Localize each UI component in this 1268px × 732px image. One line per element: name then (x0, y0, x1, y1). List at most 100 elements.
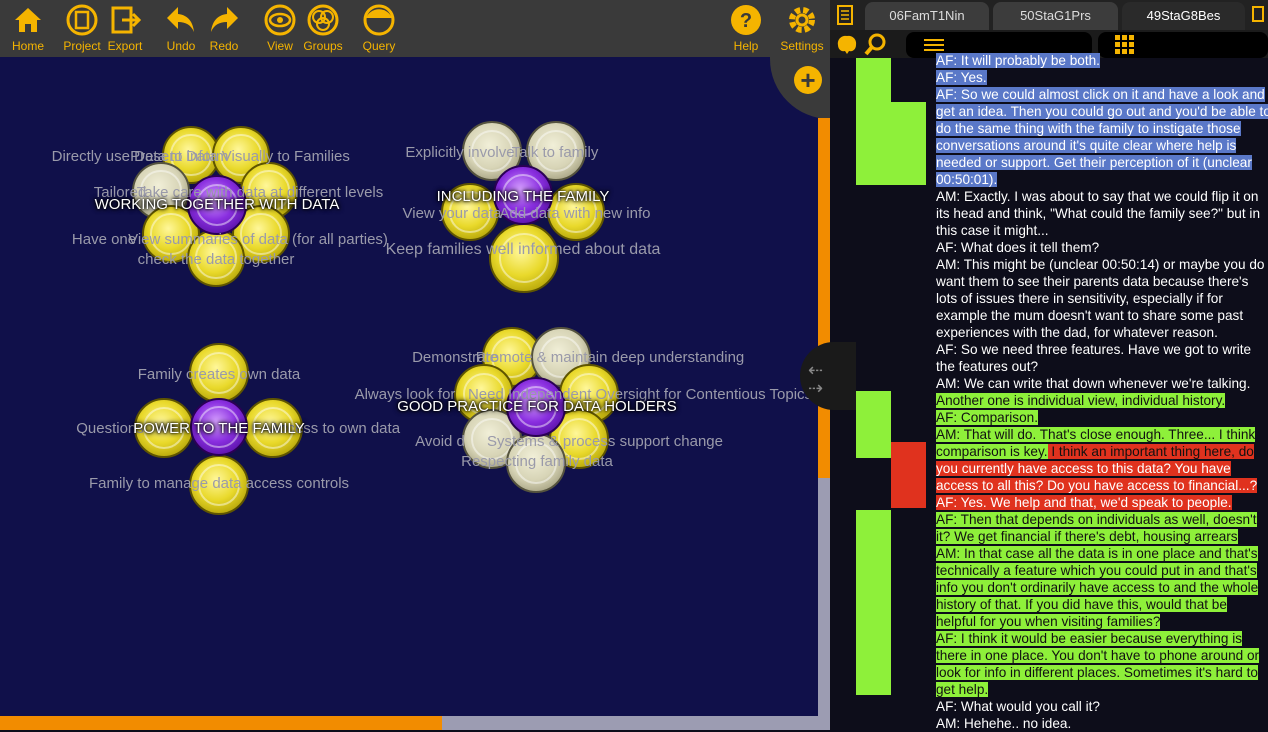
transcript-line: AF: What does it tell them? (936, 240, 1100, 255)
node-label[interactable]: Systems & process support change (487, 433, 723, 450)
transcript-line: 00:50:01). (936, 172, 998, 187)
arrow-right-icon: ⇢ (808, 378, 824, 398)
node-label[interactable]: Keep families well informed about data (386, 241, 661, 259)
transcript-line: AF: So we could almost click on it and h… (936, 87, 1265, 102)
transcript-line: AM: This might be (unclear 00:50:14) or … (936, 257, 1265, 272)
cluster-title[interactable]: POWER TO THE FAMILY (133, 420, 304, 437)
graph-canvas[interactable]: Directly use Data to inform Present Data… (0, 57, 830, 730)
transcript-line: you currently have access to this data? … (936, 461, 1231, 476)
code-stripe[interactable] (856, 58, 891, 185)
groups-button[interactable]: Groups (295, 0, 351, 57)
transcript-line: get help. (936, 682, 989, 697)
transcript-line: its head and think, "What could the fami… (936, 206, 1260, 221)
node-label[interactable]: Talk to family (512, 144, 599, 161)
code-stripe[interactable] (891, 102, 926, 185)
transcript-line: AF: Yes. We help and that, we'd speak to… (936, 495, 1232, 510)
node-label[interactable]: Family to manage data access controls (89, 475, 349, 492)
help-button[interactable]: ? Help (718, 0, 774, 57)
transcript-line: there in one place. You don't have to ph… (936, 648, 1260, 663)
tab-49StaG8Bes[interactable]: 49StaG8Bes (1122, 2, 1245, 30)
transcript-line: AM: Hehehe.. no idea. (936, 716, 1072, 731)
transcript-line: do the same thing with the family to ins… (936, 121, 1241, 136)
redo-button[interactable]: Redo (196, 0, 252, 57)
export-label: Export (107, 39, 143, 53)
query-label: Query (362, 39, 396, 53)
tab-06FamT1Nin[interactable]: 06FamT1Nin (865, 2, 989, 30)
node-label[interactable]: Promote & maintain deep understanding (476, 349, 745, 366)
node-label[interactable]: Family creates own data (138, 366, 301, 383)
code-stripe[interactable] (891, 442, 926, 508)
code-stripe[interactable] (856, 510, 891, 695)
node-label[interactable]: View your data (403, 205, 502, 222)
transcript-line: helpful for you when visiting families? (936, 614, 1161, 629)
groups-label: Groups (303, 39, 343, 53)
document-tabs: 06FamT1Nin 50StaG1Prs 49StaG8Bes (830, 0, 1268, 30)
transcript-line: AF: I think it would be easier because e… (936, 631, 1243, 646)
transcript-line: AM: Exactly. I was about to say that we … (936, 189, 1259, 204)
transcript-line: lots of issues there in sensitivity, esp… (936, 291, 1223, 306)
transcript-line: AM: In that case all the data is in one … (936, 546, 1258, 561)
transcript-line: example the mum doesn't want to share so… (936, 308, 1244, 323)
transcript-line: AF: Yes. (936, 70, 987, 85)
node-label[interactable]: Respecting family data (461, 453, 613, 470)
code-stripe[interactable] (856, 391, 891, 458)
node-label[interactable]: Avoid d (415, 433, 465, 450)
svg-text:?: ? (740, 10, 752, 32)
transcript-line: comparison is key. I think an important … (936, 444, 1254, 459)
node-label[interactable]: check the data together (138, 251, 295, 268)
query-icon (363, 4, 395, 36)
groups-icon (307, 4, 339, 36)
undo-icon (167, 7, 194, 32)
settings-label: Settings (780, 39, 824, 53)
horizontal-scroll-thumb[interactable] (0, 716, 442, 730)
document-icon[interactable] (836, 5, 854, 25)
vertical-scroll-thumb[interactable] (818, 118, 830, 478)
transcript-line: history of that. If you did have this, w… (936, 597, 1227, 612)
transcript-line: AF: What would you call it? (936, 699, 1100, 714)
node-label[interactable]: Explicitly involve (405, 144, 514, 161)
transcript-line: AM: That will do. That's close enough. T… (936, 427, 1256, 442)
brain-icon[interactable] (835, 33, 859, 55)
cluster-title[interactable]: GOOD PRACTICE FOR DATA HOLDERS (397, 398, 676, 415)
transcript-line: experiences with the dad, for whatever r… (936, 325, 1218, 340)
transcript-line: this case it might... (936, 223, 1049, 238)
transcript-line: AM: We can write that down whenever we'r… (936, 376, 1251, 391)
transcript-line: look for info in different places. Somet… (936, 665, 1258, 680)
transcript-text[interactable]: AF: It will probably be both. AF: Yes. A… (936, 52, 1268, 732)
hamburger-icon[interactable] (924, 39, 944, 41)
node-label[interactable]: Add data with new info (500, 205, 651, 222)
export-button[interactable]: Export (97, 0, 153, 57)
transcript-line: want them to see their parents data beca… (936, 274, 1249, 289)
transcript-line: AF: Comparison. (936, 410, 1038, 425)
help-icon: ? (731, 5, 761, 35)
redo-label: Redo (209, 39, 239, 53)
transcript-line: technically a feature which you could pu… (936, 563, 1257, 578)
cluster-title[interactable]: INCLUDING THE FAMILY (437, 188, 610, 205)
add-node-button[interactable]: + (794, 66, 822, 94)
node-label[interactable]: Have one (72, 231, 136, 248)
more-tabs-icon[interactable] (1252, 6, 1264, 22)
home-icon (15, 8, 41, 32)
search-icon[interactable] (864, 32, 888, 56)
home-button[interactable]: Home (0, 0, 56, 57)
cluster-title[interactable]: WORKING TOGETHER WITH DATA (95, 196, 340, 213)
redo-icon (211, 7, 238, 32)
tab-50StaG1Prs[interactable]: 50StaG1Prs (993, 2, 1118, 30)
eye-icon (264, 4, 296, 36)
export-icon (111, 6, 142, 34)
settings-button[interactable]: Settings (774, 0, 830, 57)
vertical-scrollbar[interactable] (818, 118, 830, 718)
node-label[interactable]: View summaries of data (for all parties) (128, 231, 388, 248)
project-icon (66, 4, 98, 36)
home-label: Home (11, 39, 44, 53)
transcript-line: AF: Then that depends on individuals as … (936, 512, 1257, 527)
transcript-line: AF: It will probably be both. (936, 53, 1100, 68)
transcript-line: the features out? (936, 359, 1039, 374)
horizontal-scrollbar[interactable] (0, 716, 830, 730)
node-label[interactable]: Present Data Visually to Families (130, 148, 350, 165)
query-button[interactable]: Query (351, 0, 407, 57)
help-label: Help (733, 39, 759, 53)
transcript-line: Another one is individual view, individu… (936, 393, 1226, 408)
transcript-line: access to all this? Do you have access t… (936, 478, 1258, 493)
transcript-line: info you don't ordinarily have access to… (936, 580, 1259, 595)
